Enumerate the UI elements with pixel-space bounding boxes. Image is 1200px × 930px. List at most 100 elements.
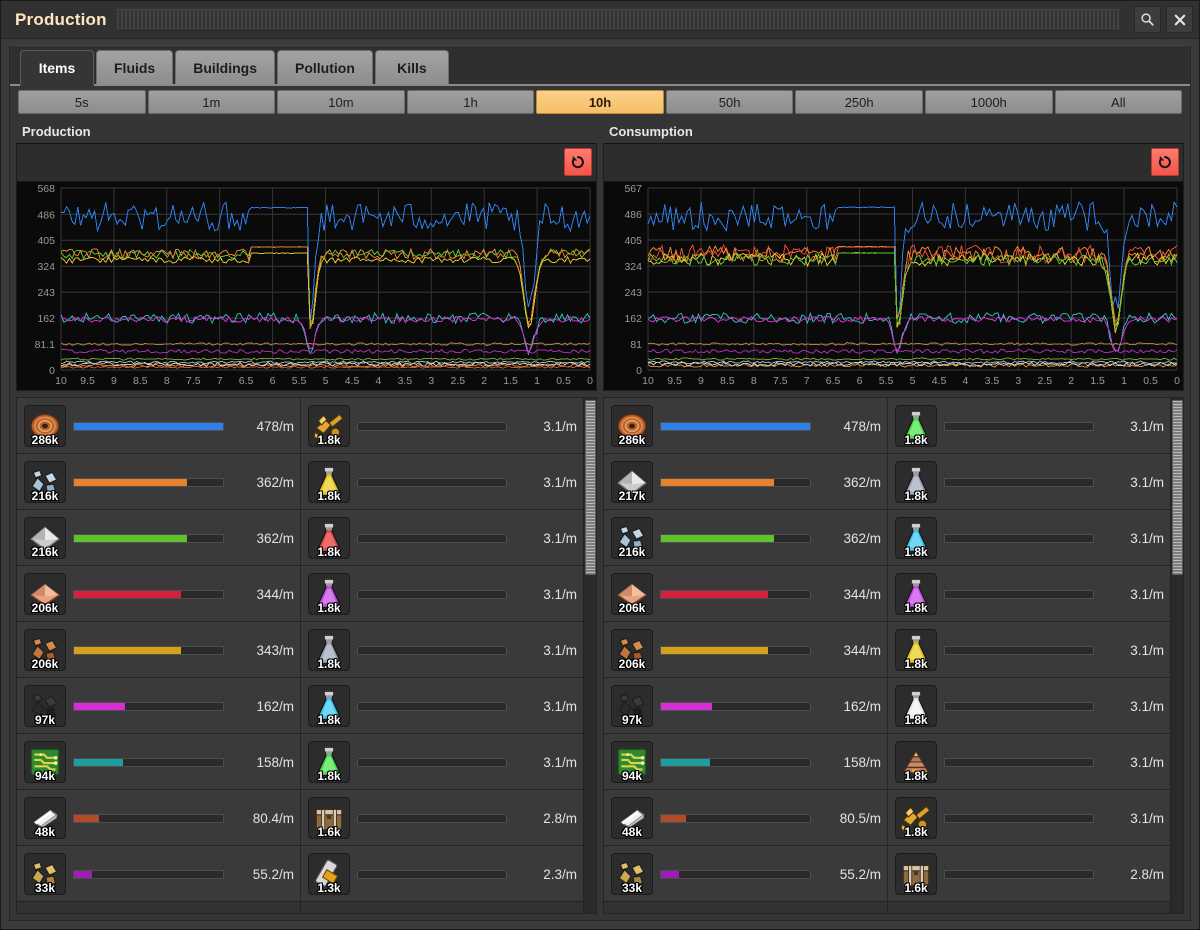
consumption-plot[interactable]: 0 81 162 243 324 405 486 567 10 9.5 9 8.5 8 7.5 7 6.5 6 5… <box>604 182 1183 390</box>
item-row[interactable]: 286k 478/m <box>17 398 300 454</box>
item-icon-box[interactable]: 286k <box>611 405 653 447</box>
consumption-scrollbar[interactable] <box>1170 398 1183 913</box>
item-row[interactable]: 1.8k 3.1/m <box>888 790 1170 846</box>
item-icon-box[interactable]: 206k <box>24 573 66 615</box>
item-row[interactable]: 206k 344/m <box>604 566 887 622</box>
item-row[interactable]: 94k 158/m <box>604 734 887 790</box>
item-icon-box[interactable]: 94k <box>24 741 66 783</box>
item-icon-box[interactable]: 1.8k <box>895 629 937 671</box>
consumption-reset-button[interactable] <box>1151 148 1179 176</box>
item-icon-box[interactable]: 1.8k <box>895 797 937 839</box>
item-row[interactable]: 97k 162/m <box>604 678 887 734</box>
item-row[interactable]: 1.8k 3.1/m <box>888 510 1170 566</box>
production-scrollbar[interactable] <box>583 398 596 913</box>
search-button[interactable] <box>1134 6 1161 33</box>
item-row[interactable]: 48k 80.5/m <box>604 790 887 846</box>
tab-items[interactable]: Items <box>20 50 94 86</box>
item-row[interactable]: 1.8k 3.1/m <box>301 734 583 790</box>
item-icon-box[interactable]: 206k <box>24 629 66 671</box>
time-range-1h[interactable]: 1h <box>406 90 535 114</box>
item-row[interactable]: 1.8k 3.1/m <box>888 454 1170 510</box>
item-icon-box[interactable]: 206k <box>611 629 653 671</box>
item-icon-box[interactable]: 1.6k <box>308 797 350 839</box>
production-scrollbar-thumb[interactable] <box>585 400 596 576</box>
item-row[interactable]: 206k 344/m <box>604 622 887 678</box>
close-button[interactable] <box>1166 6 1193 33</box>
item-icon-box[interactable]: 1.8k <box>308 405 350 447</box>
time-range-1000h[interactable]: 1000h <box>924 90 1053 114</box>
item-row[interactable]: 1.6k 2.8/m <box>888 846 1170 902</box>
time-range-1m[interactable]: 1m <box>147 90 276 114</box>
item-icon-box[interactable]: 33k <box>611 853 653 895</box>
item-row[interactable]: 1.8k 3.1/m <box>301 566 583 622</box>
item-row[interactable]: 1.8k 3.1/m <box>301 510 583 566</box>
item-icon-box[interactable]: 1.8k <box>895 517 937 559</box>
item-icon-box[interactable]: 1.8k <box>308 685 350 727</box>
item-icon-box[interactable]: 1.8k <box>895 461 937 503</box>
consumption-scrollbar-thumb[interactable] <box>1172 400 1183 576</box>
item-row[interactable]: 33k 55.2/m <box>17 846 300 902</box>
item-icon-box[interactable]: 97k <box>611 685 653 727</box>
item-row[interactable]: 1.8k 3.1/m <box>301 454 583 510</box>
item-icon-box[interactable]: 216k <box>24 517 66 559</box>
item-row[interactable]: 1.8k 3.1/m <box>888 398 1170 454</box>
item-icon-box[interactable]: 1.8k <box>895 741 937 783</box>
item-row[interactable]: 1.6k 2.8/m <box>301 790 583 846</box>
item-row[interactable]: 1.3k 2.3/m <box>301 846 583 902</box>
item-row[interactable]: 48k 80.4/m <box>17 790 300 846</box>
item-row[interactable]: 286k 478/m <box>604 398 887 454</box>
tab-fluids[interactable]: Fluids <box>96 50 174 84</box>
item-row[interactable]: 1.8k 3.1/m <box>301 678 583 734</box>
item-icon-box[interactable]: 97k <box>24 685 66 727</box>
time-range-10m[interactable]: 10m <box>277 90 405 114</box>
item-icon-box[interactable]: 1.6k <box>895 853 937 895</box>
item-icon-box[interactable]: 94k <box>611 741 653 783</box>
time-range-250h[interactable]: 250h <box>795 90 923 114</box>
item-icon-box[interactable]: 206k <box>611 573 653 615</box>
item-icon-box[interactable]: 1.8k <box>308 517 350 559</box>
item-icon-box[interactable]: 1.3k <box>308 853 350 895</box>
item-icon-box[interactable]: 217k <box>611 461 653 503</box>
item-row[interactable]: 1.8k 3.1/m <box>301 398 583 454</box>
time-range-label: All <box>1111 94 1126 110</box>
item-row[interactable]: 1.8k 3.1/m <box>301 622 583 678</box>
item-icon-box[interactable]: 48k <box>24 797 66 839</box>
item-row[interactable]: 1.8k 3.1/m <box>888 678 1170 734</box>
time-range-all[interactable]: All <box>1054 90 1183 114</box>
item-row[interactable]: 216k 362/m <box>17 454 300 510</box>
time-range-10h[interactable]: 10h <box>536 90 664 114</box>
production-reset-button[interactable] <box>564 148 592 176</box>
item-icon-box[interactable]: 286k <box>24 405 66 447</box>
item-row[interactable]: 216k 362/m <box>604 510 887 566</box>
item-row[interactable]: 1.8k 3.1/m <box>888 622 1170 678</box>
item-row[interactable]: 206k 344/m <box>17 566 300 622</box>
tab-pollution[interactable]: Pollution <box>277 50 373 84</box>
item-icon-box[interactable]: 1.8k <box>308 629 350 671</box>
item-icon-box[interactable]: 1.8k <box>308 573 350 615</box>
window-drag-handle[interactable] <box>116 8 1119 31</box>
item-row[interactable]: 1.8k 3.1/m <box>888 566 1170 622</box>
close-icon <box>1174 14 1185 25</box>
item-icon-box[interactable]: 216k <box>24 461 66 503</box>
tab-buildings[interactable]: Buildings <box>175 50 276 84</box>
item-row[interactable]: 217k 362/m <box>604 454 887 510</box>
item-row[interactable]: 33k 55.2/m <box>604 846 887 902</box>
item-icon-box[interactable]: 1.8k <box>895 685 937 727</box>
item-row[interactable]: 1.8k 3.1/m <box>888 734 1170 790</box>
item-row[interactable]: 216k 362/m <box>17 510 300 566</box>
item-icon-box[interactable]: 48k <box>611 797 653 839</box>
item-icon-box[interactable]: 33k <box>24 853 66 895</box>
item-bar-track <box>73 645 224 655</box>
item-icon-box[interactable]: 1.8k <box>308 741 350 783</box>
item-icon-box[interactable]: 1.8k <box>895 573 937 615</box>
time-range-50h[interactable]: 50h <box>665 90 794 114</box>
item-icon-box[interactable]: 1.8k <box>895 405 937 447</box>
production-plot[interactable]: 0 81.1 162 243 324 405 486 568 10 9.5 9 8.5 8 7.5 7 6.5… <box>17 182 596 390</box>
item-row[interactable]: 97k 162/m <box>17 678 300 734</box>
item-row[interactable]: 206k 343/m <box>17 622 300 678</box>
item-icon-box[interactable]: 1.8k <box>308 461 350 503</box>
item-row[interactable]: 94k 158/m <box>17 734 300 790</box>
time-range-5s[interactable]: 5s <box>18 90 146 114</box>
item-icon-box[interactable]: 216k <box>611 517 653 559</box>
tab-kills[interactable]: Kills <box>374 50 449 84</box>
